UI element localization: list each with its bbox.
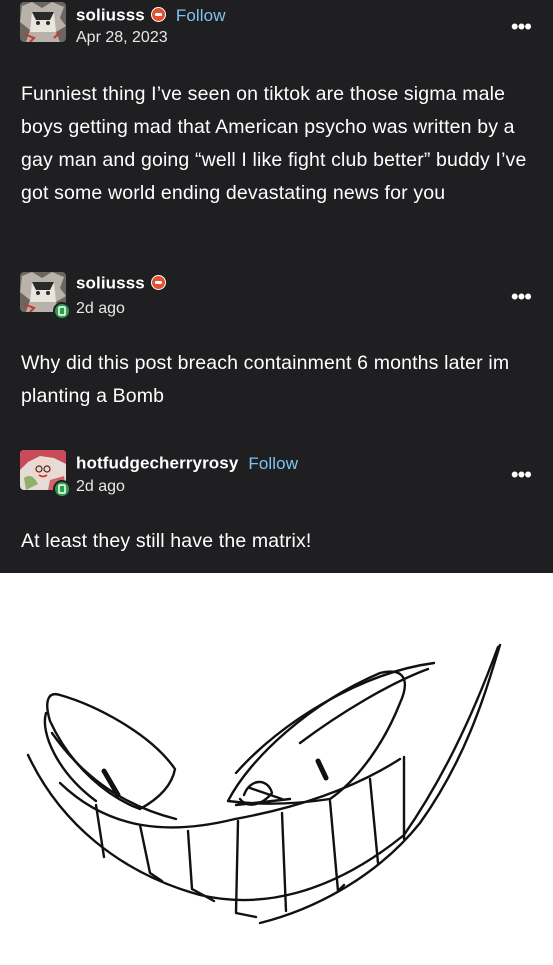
grinning-face-drawing xyxy=(0,573,553,960)
post-date: Apr 28, 2023 xyxy=(76,29,168,46)
username[interactable]: soliusss xyxy=(76,274,145,293)
post-header: soliusss Follow Apr 28, 2023 ••• xyxy=(0,0,553,50)
username-row: soliusss Follow xyxy=(76,5,226,26)
tumblr-post-thread: soliusss Follow Apr 28, 2023 ••• Funniest… xyxy=(0,0,553,573)
post-text: Funniest thing I’ve seen on tiktok are t… xyxy=(21,83,527,204)
online-badge-icon xyxy=(53,302,71,320)
follow-button[interactable]: Follow xyxy=(176,6,226,25)
verified-badge-icon xyxy=(150,7,166,23)
post-header: hotfudgecherryrosy Follow 2d ago ••• xyxy=(0,448,553,498)
username[interactable]: soliusss xyxy=(76,6,145,25)
more-options-icon[interactable]: ••• xyxy=(511,16,532,38)
follow-button[interactable]: Follow xyxy=(248,454,298,473)
username[interactable]: hotfudgecherryrosy xyxy=(76,454,238,473)
avatar[interactable] xyxy=(20,2,66,42)
online-badge-icon xyxy=(53,480,71,498)
username-row: hotfudgecherryrosy Follow xyxy=(76,453,298,474)
verified-badge-icon xyxy=(150,275,166,291)
post-date: 2d ago xyxy=(76,478,125,495)
post-header: soliusss 2d ago ••• xyxy=(0,270,553,320)
post-text: Why did this post breach containment 6 m… xyxy=(21,352,510,407)
post-date: 2d ago xyxy=(76,300,125,317)
more-options-icon[interactable]: ••• xyxy=(511,286,532,308)
more-options-icon[interactable]: ••• xyxy=(511,464,532,486)
username-row: soliusss xyxy=(76,273,166,294)
post-text: At least they still have the matrix! xyxy=(21,530,312,552)
